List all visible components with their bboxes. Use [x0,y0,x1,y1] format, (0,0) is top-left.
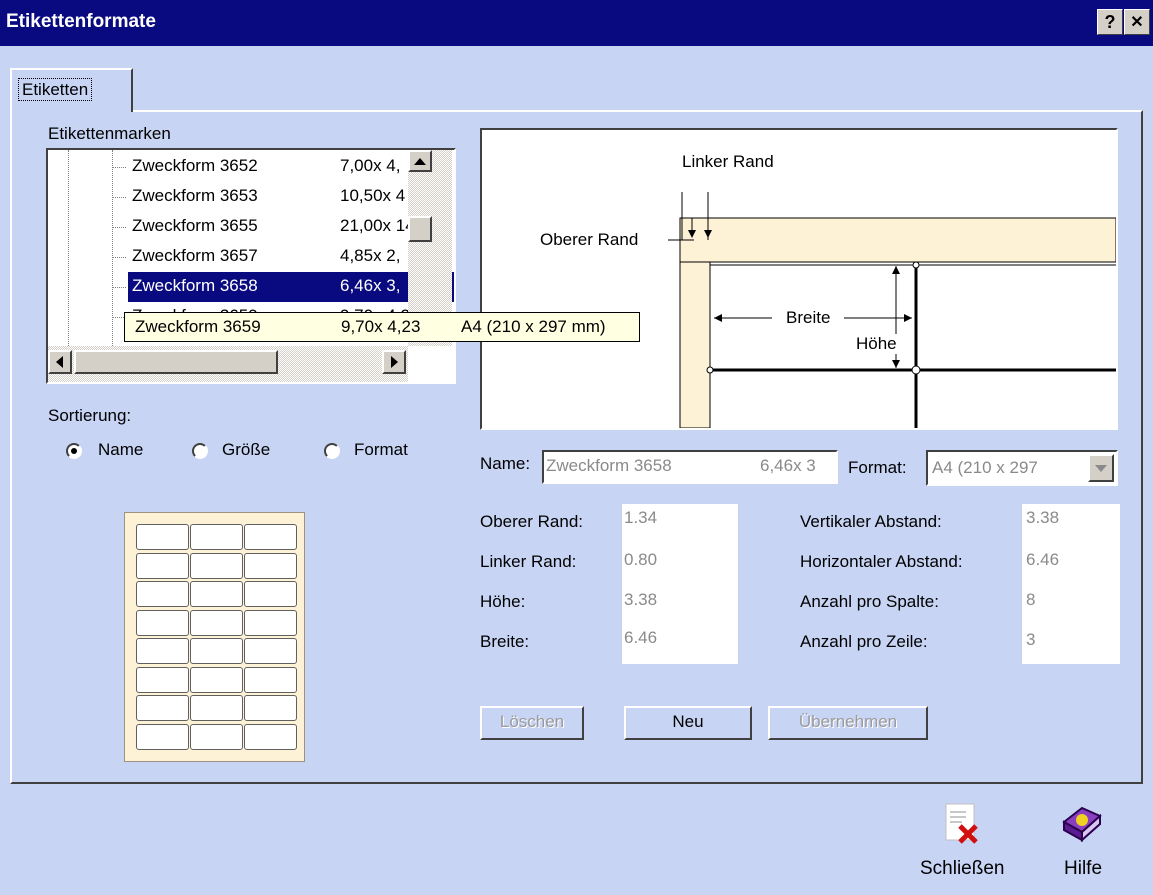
top-margin-field[interactable]: 1.34 [624,508,657,528]
height-field[interactable]: 3.38 [624,590,657,610]
sheet-label-cell [136,666,189,693]
sheet-label-cell [244,609,297,636]
scroll-thumb[interactable] [408,216,432,242]
help-label[interactable]: Hilfe [1064,858,1102,880]
sheet-label-cell [244,723,297,750]
diagram-left-margin-label: Linker Rand [682,152,774,171]
sheet-label-cell [244,524,297,550]
margin-diagram-graphic [668,192,1116,428]
sheet-label-cell [190,638,243,664]
sort-name-label[interactable]: Name [98,440,143,460]
sort-size-radio[interactable] [192,443,208,459]
per-row-field[interactable]: 3 [1026,630,1035,650]
list-tooltip: Zweckform 3659 9,70x 4,23 A4 (210 x 297 … [124,312,640,342]
left-margin-field[interactable]: 0.80 [624,550,657,570]
help-book-icon[interactable] [1060,802,1104,851]
label-diagram: Linker Rand Oberer Rand Breite Höhe [480,128,1118,430]
sheet-label-cell [136,723,189,750]
per-column-field[interactable]: 8 [1026,590,1035,610]
diagram-height-label: Höhe [856,334,897,354]
sheet-label-cell [244,581,297,607]
title-bar [0,0,1153,46]
scroll-right-button[interactable] [382,350,406,374]
sheet-label-cell [190,666,243,693]
window-title: Etikettenformate [6,11,156,32]
sorting-label: Sortierung: [48,406,132,425]
name-field[interactable]: Zweckform 3658 6,46x 3 [542,450,838,484]
scroll-up-button[interactable] [408,150,432,172]
sheet-label-cell [136,524,189,550]
format-select[interactable]: A4 (210 x 297 [926,450,1118,486]
scroll-thumb[interactable] [74,350,278,374]
left-margin-label: Linker Rand: [480,552,577,571]
tab-etiketten[interactable]: Etiketten [10,68,133,112]
format-label: Format: [848,458,907,477]
list-item[interactable]: Zweckform 3653 10,50x 4 [48,182,454,212]
help-title-button[interactable]: ? [1097,9,1123,35]
chevron-down-icon [1095,465,1107,472]
tab-label: Etiketten [18,78,93,101]
sort-format-label[interactable]: Format [354,440,408,460]
height-label: Höhe: [480,592,526,611]
sheet-label-cell [190,723,243,750]
right-values-box [1022,504,1120,664]
diagram-width-label: Breite [786,308,831,327]
vertical-spacing-field[interactable]: 3.38 [1026,508,1059,528]
sheet-label-cell [136,609,189,636]
diagram-top-margin-label: Oberer Rand [540,230,639,249]
list-heading: Etikettenmarken [48,124,171,143]
sheet-label-cell [190,524,243,550]
sheet-label-cell [190,581,243,607]
apply-button[interactable]: Übernehmen [768,706,928,740]
sheet-label-cell [244,666,297,693]
sheet-label-cell [190,609,243,636]
arrow-left-icon [56,356,63,368]
sheet-label-cell [190,695,243,721]
horizontal-spacing-label: Horizontaler Abstand: [800,552,963,571]
close-title-button[interactable]: ✕ [1124,9,1150,35]
top-margin-label: Oberer Rand: [480,512,583,531]
close-icon[interactable] [940,800,986,853]
close-label[interactable]: Schließen [920,858,1005,880]
sheet-label-grid [136,524,297,754]
sort-name-radio[interactable] [66,443,82,459]
width-label: Breite: [480,632,530,651]
list-item[interactable]: Zweckform 3652 7,00x 4, [48,152,454,182]
sheet-label-cell [136,638,189,664]
horizontal-spacing-field[interactable]: 6.46 [1026,550,1059,570]
per-row-label: Anzahl pro Zeile: [800,632,928,651]
sheet-label-cell [136,552,189,579]
scroll-left-button[interactable] [48,350,72,374]
sort-format-radio[interactable] [324,443,340,459]
delete-button[interactable]: Löschen [480,706,584,740]
sheet-label-cell [190,552,243,579]
sheet-label-cell [244,695,297,721]
arrow-right-icon [391,356,398,368]
width-field[interactable]: 6.46 [624,628,657,648]
sort-size-label[interactable]: Größe [222,440,270,460]
list-horizontal-scrollbar[interactable] [48,346,408,382]
name-label: Name: [480,454,531,473]
sheet-label-cell [244,552,297,579]
sheet-label-cell [136,581,189,607]
per-column-label: Anzahl pro Spalte: [800,592,939,611]
list-item[interactable]: Zweckform 3655 21,00x 14 [48,212,454,242]
list-item[interactable]: Zweckform 3657 4,85x 2, [48,242,454,272]
sheet-label-cell [244,638,297,664]
vertical-spacing-label: Vertikaler Abstand: [800,512,942,531]
new-button[interactable]: Neu [624,706,752,740]
arrow-up-icon [414,158,426,165]
sheet-label-cell [136,695,189,721]
list-item-selected[interactable]: Zweckform 3658 6,46x 3, [48,272,454,302]
format-dropdown-button[interactable] [1088,454,1114,482]
